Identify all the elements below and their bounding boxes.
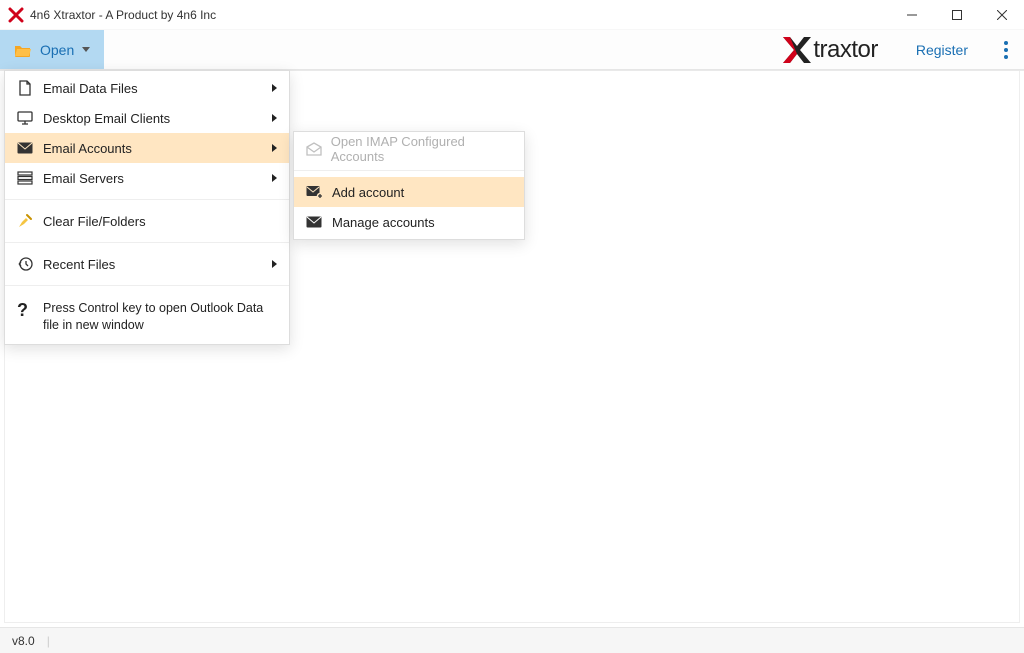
chevron-right-icon — [272, 114, 277, 122]
chevron-right-icon — [272, 260, 277, 268]
open-menu: Email Data Files Desktop Email Clients E… — [4, 70, 290, 345]
document-icon — [17, 80, 43, 96]
chevron-down-icon — [82, 47, 90, 52]
minimize-button[interactable] — [889, 0, 934, 30]
menu-item-email-accounts[interactable]: Email Accounts — [5, 133, 289, 163]
server-icon — [17, 171, 43, 185]
app-icon — [8, 7, 24, 23]
submenu-separator — [294, 170, 524, 171]
status-separator: | — [47, 634, 50, 648]
email-accounts-submenu: Open IMAP Configured Accounts Add accoun… — [293, 131, 525, 240]
register-link[interactable]: Register — [896, 30, 988, 69]
menu-item-desktop-email-clients[interactable]: Desktop Email Clients — [5, 103, 289, 133]
menu-item-label: Email Data Files — [43, 81, 272, 96]
help-icon: ? — [17, 300, 43, 321]
envelope-icon — [17, 142, 43, 154]
menu-item-label: Email Accounts — [43, 141, 272, 156]
desktop-icon — [17, 111, 43, 125]
submenu-open-imap: Open IMAP Configured Accounts — [294, 134, 524, 164]
close-button[interactable] — [979, 0, 1024, 30]
menu-item-help-text: ? Press Control key to open Outlook Data… — [5, 292, 289, 342]
envelope-icon — [306, 216, 332, 228]
menu-item-label: Email Servers — [43, 171, 272, 186]
envelope-plus-icon — [306, 185, 332, 199]
window-title: 4n6 Xtraxtor - A Product by 4n6 Inc — [30, 8, 216, 22]
menu-item-recent-files[interactable]: Recent Files — [5, 249, 289, 279]
menu-item-email-servers[interactable]: Email Servers — [5, 163, 289, 193]
open-button[interactable]: Open — [0, 30, 104, 69]
register-label: Register — [916, 42, 968, 58]
status-bar: v8.0 | — [0, 627, 1024, 653]
envelope-open-icon — [306, 142, 331, 156]
submenu-label: Add account — [332, 185, 404, 200]
menu-item-clear-file-folders[interactable]: Clear File/Folders — [5, 206, 289, 236]
logo-x-icon — [783, 37, 811, 63]
chevron-right-icon — [272, 84, 277, 92]
more-vertical-icon — [1004, 41, 1008, 59]
menu-separator — [5, 285, 289, 286]
open-button-label: Open — [40, 42, 74, 58]
menu-item-label: Press Control key to open Outlook Data f… — [43, 300, 277, 334]
version-label: v8.0 — [12, 634, 35, 648]
folder-open-icon — [14, 43, 32, 57]
menu-item-email-data-files[interactable]: Email Data Files — [5, 73, 289, 103]
menu-item-label: Clear File/Folders — [43, 214, 277, 229]
history-icon — [17, 256, 43, 272]
menu-item-label: Desktop Email Clients — [43, 111, 272, 126]
brand-logo: traxtor — [783, 30, 896, 69]
chevron-right-icon — [272, 144, 277, 152]
chevron-right-icon — [272, 174, 277, 182]
maximize-button[interactable] — [934, 0, 979, 30]
submenu-manage-accounts[interactable]: Manage accounts — [294, 207, 524, 237]
submenu-label: Manage accounts — [332, 215, 435, 230]
submenu-add-account[interactable]: Add account — [294, 177, 524, 207]
title-bar: 4n6 Xtraxtor - A Product by 4n6 Inc — [0, 0, 1024, 30]
more-options-button[interactable] — [988, 30, 1024, 69]
menu-separator — [5, 242, 289, 243]
menu-separator — [5, 199, 289, 200]
submenu-label: Open IMAP Configured Accounts — [331, 134, 512, 164]
toolbar: Open traxtor Register — [0, 30, 1024, 70]
broom-icon — [17, 213, 43, 229]
logo-text: traxtor — [813, 36, 878, 64]
menu-item-label: Recent Files — [43, 257, 272, 272]
